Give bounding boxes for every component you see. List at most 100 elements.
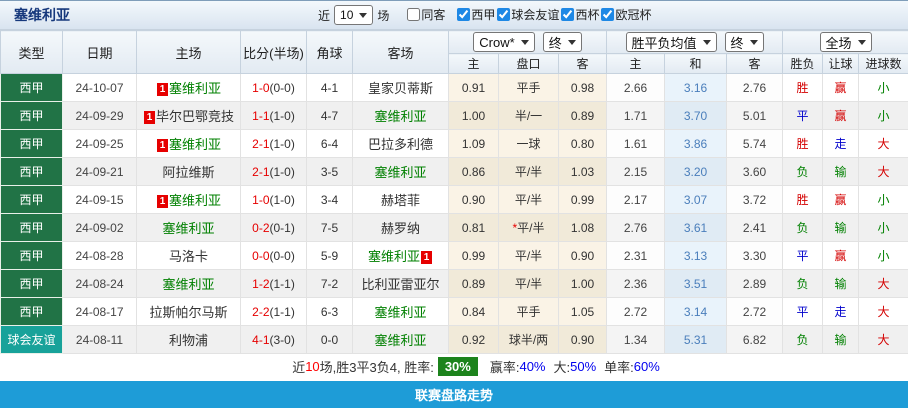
checkbox-label: 西杯	[575, 6, 599, 23]
halftime-score: (0-0)	[270, 249, 295, 263]
avg-source-select[interactable]: 胜平负均值	[626, 32, 717, 52]
win-rate-badge: 30%	[438, 357, 478, 376]
col-header-away: 客场	[353, 31, 449, 74]
home-team-name: 塞维利亚	[169, 81, 221, 96]
checkbox-3[interactable]	[561, 8, 574, 21]
cell-odds-away: 0.90	[559, 326, 607, 354]
cell-avg-home: 2.31	[607, 242, 665, 270]
odds-away-value: 0.89	[571, 109, 594, 123]
cell-avg-draw: 3.51	[665, 270, 727, 298]
odds-group-header: Crow* 终	[449, 31, 607, 54]
match-date: 24-09-02	[75, 221, 123, 235]
col-header-corner: 角球	[307, 31, 353, 74]
cell-odds-home: 0.89	[449, 270, 499, 298]
cell-match-type: 西甲	[1, 270, 63, 298]
match-type-label: 西甲	[19, 193, 43, 207]
cell-home-team: 塞维利亚	[137, 270, 241, 298]
sub-header-avg-draw: 和	[665, 54, 727, 74]
checkbox-label: 欧冠杯	[615, 6, 651, 23]
cell-result-handicap: 输	[823, 270, 859, 298]
cell-corners: 0-0	[307, 326, 353, 354]
result-handicap: 赢	[835, 249, 847, 263]
fulltime-score: 1-0	[252, 81, 269, 95]
cell-corners: 7-2	[307, 270, 353, 298]
cell-result-handicap: 输	[823, 214, 859, 242]
fulltime-score: 1-1	[252, 109, 269, 123]
match-date: 24-08-24	[75, 277, 123, 291]
cell-avg-away: 5.74	[727, 130, 783, 158]
result-goals: 小	[878, 249, 890, 263]
recent-count-value: 10	[340, 8, 353, 22]
away-team-name: 赫塔菲	[381, 193, 420, 208]
checkbox-2[interactable]	[497, 8, 510, 21]
cell-home-team: 1塞维利亚	[137, 130, 241, 158]
cell-handicap: 平/半	[499, 242, 559, 270]
cell-score: 2-1(1-0)	[241, 130, 307, 158]
handicap-name: 平/半	[517, 221, 544, 235]
chevron-down-icon	[703, 40, 711, 45]
col-header-home: 主场	[137, 31, 241, 74]
col-header-type: 类型	[1, 31, 63, 74]
cell-match-type: 西甲	[1, 130, 63, 158]
cell-result-wdl: 负	[783, 270, 823, 298]
cell-score: 1-1(1-0)	[241, 102, 307, 130]
odds-away-value: 1.05	[571, 305, 594, 319]
avg-time-select[interactable]: 终	[725, 32, 764, 52]
checkbox-4[interactable]	[601, 8, 614, 21]
away-team-name: 塞维利亚	[368, 249, 420, 264]
cell-odds-home: 0.90	[449, 186, 499, 214]
cell-odds-home: 1.09	[449, 130, 499, 158]
cell-odds-away: 0.80	[559, 130, 607, 158]
cell-corners: 4-7	[307, 102, 353, 130]
result-goals: 小	[878, 221, 890, 235]
result-goals: 大	[878, 165, 890, 179]
cell-avg-home: 1.34	[607, 326, 665, 354]
cell-match-type: 西甲	[1, 102, 63, 130]
result-handicap: 走	[835, 305, 847, 319]
avg-away-value: 3.72	[743, 193, 766, 207]
odds-time-select[interactable]: 终	[543, 32, 582, 52]
odds-away-value: 1.00	[571, 277, 594, 291]
cell-result-handicap: 输	[823, 326, 859, 354]
filter-option-2: 球会友谊	[497, 6, 559, 23]
home-team-name: 马洛卡	[169, 249, 208, 264]
halftime-score: (1-0)	[270, 137, 295, 151]
cell-odds-home: 0.91	[449, 74, 499, 102]
avg-group-header: 胜平负均值 终	[607, 31, 783, 54]
checkbox-label: 同客	[421, 6, 445, 23]
halftime-score: (1-1)	[270, 305, 295, 319]
fulltime-score: 2-1	[252, 137, 269, 151]
cell-avg-away: 2.76	[727, 74, 783, 102]
checkbox-0[interactable]	[407, 8, 420, 21]
away-team-name: 赫罗纳	[381, 221, 420, 236]
sub-header-result-goals: 进球数	[859, 54, 908, 74]
footer-label: 联赛盘路走势	[415, 385, 493, 404]
recent-count-select[interactable]: 10	[334, 5, 373, 25]
sub-header-odds-home: 主	[449, 54, 499, 74]
scope-select[interactable]: 全场	[820, 32, 872, 52]
away-team-name: 塞维利亚	[374, 109, 426, 124]
match-date: 24-08-11	[76, 333, 123, 347]
match-type-label: 西甲	[19, 221, 43, 235]
odds-away-value: 0.90	[571, 249, 594, 263]
cell-result-wdl: 平	[783, 298, 823, 326]
checkbox-1[interactable]	[457, 8, 470, 21]
cell-avg-draw: 3.61	[665, 214, 727, 242]
odds-home-value: 0.92	[462, 333, 485, 347]
result-wdl: 负	[797, 165, 809, 179]
chevron-down-icon	[521, 40, 529, 45]
cell-avg-draw: 3.13	[665, 242, 727, 270]
match-type-label: 西甲	[19, 137, 43, 151]
cell-result-wdl: 胜	[783, 130, 823, 158]
handicap-name: 平/半	[515, 277, 542, 291]
handicap-name: 平/半	[515, 193, 542, 207]
avg-away-value: 3.60	[743, 165, 766, 179]
corner-count: 7-2	[321, 277, 338, 291]
result-goals: 大	[878, 305, 890, 319]
avg-home-value: 1.34	[624, 333, 647, 347]
avg-away-value: 5.01	[743, 109, 766, 123]
cell-handicap: 球半/两	[499, 326, 559, 354]
odds-source-select[interactable]: Crow*	[473, 32, 534, 52]
cell-result-goals: 小	[859, 102, 908, 130]
cell-score: 1-0(0-0)	[241, 74, 307, 102]
